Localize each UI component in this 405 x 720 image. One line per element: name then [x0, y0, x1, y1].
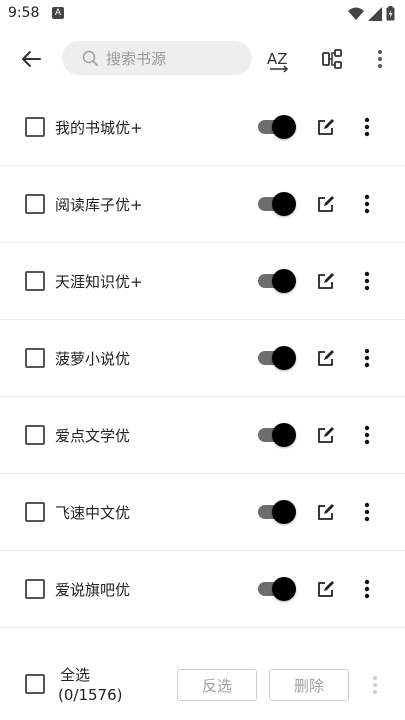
- source-name: 飞速中文优: [55, 504, 131, 522]
- item-checkbox[interactable]: [25, 194, 45, 214]
- source-name: 爱说旗吧优: [55, 581, 131, 599]
- edit-icon: [318, 273, 334, 289]
- selection-more-button[interactable]: [370, 674, 380, 696]
- more-vert-icon: [364, 425, 370, 445]
- enable-switch[interactable]: [258, 345, 296, 371]
- item-more-button[interactable]: [360, 116, 374, 138]
- more-vert-icon: [378, 50, 382, 68]
- list-item: 阅读库子优+: [0, 166, 405, 243]
- edit-button[interactable]: [316, 348, 336, 368]
- enable-switch[interactable]: [258, 499, 296, 525]
- item-more-button[interactable]: [360, 347, 374, 369]
- source-name: 天涯知识优+: [55, 273, 143, 291]
- edit-button[interactable]: [316, 117, 336, 137]
- arrow-left-icon: [22, 51, 41, 67]
- selection-bar: 全选 (0/1576) 反选 删除: [0, 648, 405, 720]
- group-button[interactable]: [318, 44, 348, 74]
- group-icon: [322, 49, 342, 69]
- more-vert-icon: [373, 676, 377, 694]
- item-checkbox[interactable]: [25, 117, 45, 137]
- more-vert-icon: [364, 579, 370, 599]
- list-item: 爱点文学优: [0, 397, 405, 474]
- item-checkbox[interactable]: [25, 579, 45, 599]
- search-box[interactable]: [62, 41, 252, 75]
- sort-az-icon: AZ: [267, 50, 289, 73]
- more-vert-icon: [364, 194, 370, 214]
- edit-icon: [318, 196, 334, 212]
- more-vert-icon: [364, 502, 370, 522]
- edit-button[interactable]: [316, 425, 336, 445]
- select-all-label: 全选: [60, 666, 91, 684]
- edit-button[interactable]: [316, 579, 336, 599]
- list-item: 爱说旗吧优: [0, 551, 405, 628]
- more-vert-icon: [364, 117, 370, 137]
- source-name: 爱点文学优: [55, 427, 131, 445]
- edit-button[interactable]: [316, 502, 336, 522]
- source-name: 我的书城优+: [55, 119, 143, 137]
- enable-switch[interactable]: [258, 576, 296, 602]
- edit-icon: [318, 427, 334, 443]
- edit-icon: [318, 350, 334, 366]
- enable-switch[interactable]: [258, 422, 296, 448]
- list-item: 天涯知识优+: [0, 243, 405, 320]
- item-checkbox[interactable]: [25, 502, 45, 522]
- search-input[interactable]: [104, 47, 248, 71]
- item-checkbox[interactable]: [25, 271, 45, 291]
- enable-switch[interactable]: [258, 268, 296, 294]
- more-vert-icon: [364, 271, 370, 291]
- edit-icon: [318, 581, 334, 597]
- list-item: 飞速中文优: [0, 474, 405, 551]
- source-list: 我的书城优+ 阅读库子优+ 天涯知识优+ 菠萝小说优 爱点文学优 飞速中文优 爱…: [0, 89, 405, 628]
- item-checkbox[interactable]: [25, 425, 45, 445]
- delete-button[interactable]: 删除: [269, 669, 349, 701]
- item-checkbox[interactable]: [25, 348, 45, 368]
- more-vert-icon: [364, 348, 370, 368]
- selection-count: (0/1576): [58, 686, 123, 704]
- status-bar: 9:58 A: [0, 0, 405, 28]
- battery-icon: [386, 6, 395, 21]
- edit-button[interactable]: [316, 194, 336, 214]
- item-more-button[interactable]: [360, 578, 374, 600]
- item-more-button[interactable]: [360, 270, 374, 292]
- source-name: 菠萝小说优: [55, 350, 131, 368]
- select-all-checkbox[interactable]: [25, 674, 45, 694]
- enable-switch[interactable]: [258, 114, 296, 140]
- edit-icon: [318, 504, 334, 520]
- toolbar: AZ: [0, 30, 405, 86]
- back-button[interactable]: [16, 44, 46, 74]
- list-item: 菠萝小说优: [0, 320, 405, 397]
- enable-switch[interactable]: [258, 191, 296, 217]
- notification-icon: A: [52, 7, 64, 19]
- item-more-button[interactable]: [360, 193, 374, 215]
- signal-icon: [368, 6, 382, 21]
- status-time: 9:58: [8, 5, 40, 21]
- item-more-button[interactable]: [360, 424, 374, 446]
- edit-icon: [318, 119, 334, 135]
- more-options-button[interactable]: [370, 44, 390, 74]
- edit-button[interactable]: [316, 271, 336, 291]
- status-icons: [348, 6, 395, 21]
- wifi-icon: [348, 7, 364, 20]
- source-name: 阅读库子优+: [55, 196, 143, 214]
- svg-text:AZ: AZ: [267, 50, 288, 68]
- list-item: 我的书城优+: [0, 89, 405, 166]
- invert-selection-button[interactable]: 反选: [177, 669, 257, 701]
- search-icon: [82, 50, 99, 67]
- sort-button[interactable]: AZ: [263, 44, 295, 74]
- item-more-button[interactable]: [360, 501, 374, 523]
